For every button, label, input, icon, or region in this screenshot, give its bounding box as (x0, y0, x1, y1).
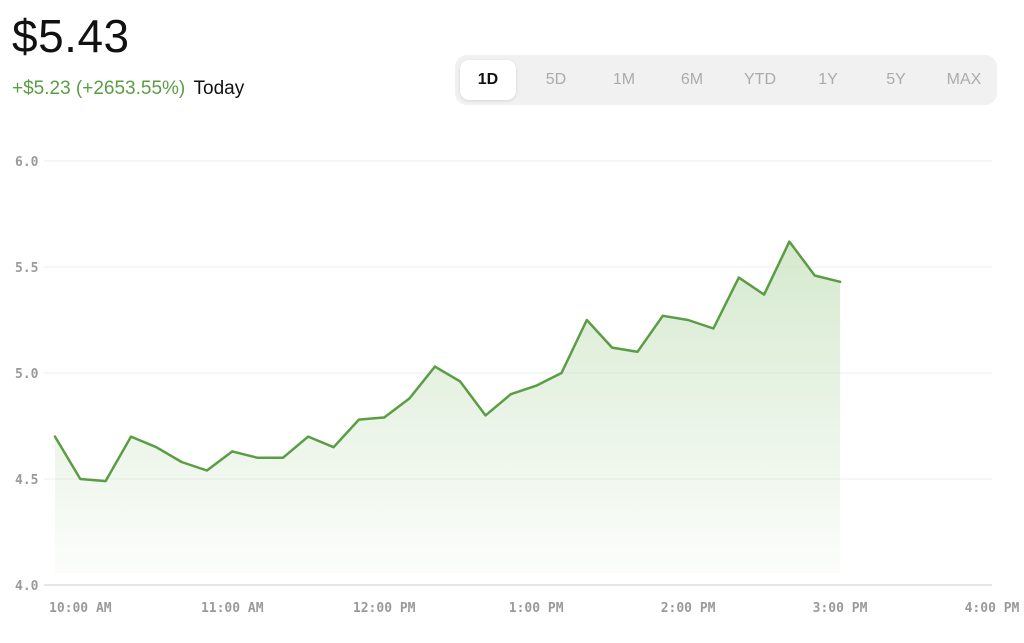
x-tick-label: 12:00 PM (353, 601, 416, 616)
price-change-row: +$5.23 (+2653.55%) Today (12, 77, 244, 101)
y-tick-label: 5.0 (15, 367, 39, 382)
range-tab-ytd[interactable]: YTD (732, 60, 788, 100)
change-period-label: Today (193, 78, 245, 99)
price-area-fill (55, 241, 841, 573)
range-tab-1y[interactable]: 1Y (800, 60, 856, 100)
range-tab-5y[interactable]: 5Y (868, 60, 924, 100)
x-tick-label: 11:00 AM (201, 601, 264, 616)
range-tab-6m[interactable]: 6M (664, 60, 720, 100)
time-range-selector: 1D 5D 1M 6M YTD 1Y 5Y MAX (455, 55, 997, 105)
current-price: $5.43 (12, 10, 130, 62)
y-tick-label: 4.5 (15, 473, 38, 488)
price-change: +$5.23 (+2653.55%) (12, 78, 186, 99)
range-tab-1d[interactable]: 1D (460, 60, 516, 100)
range-tab-1m[interactable]: 1M (596, 60, 652, 100)
y-tick-label: 6.0 (15, 155, 39, 170)
price-line (53, 240, 842, 483)
x-tick-label: 4:00 PM (965, 601, 1020, 616)
x-tick-label: 3:00 PM (813, 601, 868, 616)
x-tick-label: 10:00 AM (49, 601, 112, 616)
y-tick-label: 4.0 (15, 579, 39, 594)
range-tab-max[interactable]: MAX (936, 60, 992, 100)
y-tick-label: 5.5 (15, 261, 38, 276)
x-tick-label: 1:00 PM (509, 601, 564, 616)
x-tick-label: 2:00 PM (661, 601, 716, 616)
range-tab-5d[interactable]: 5D (528, 60, 584, 100)
